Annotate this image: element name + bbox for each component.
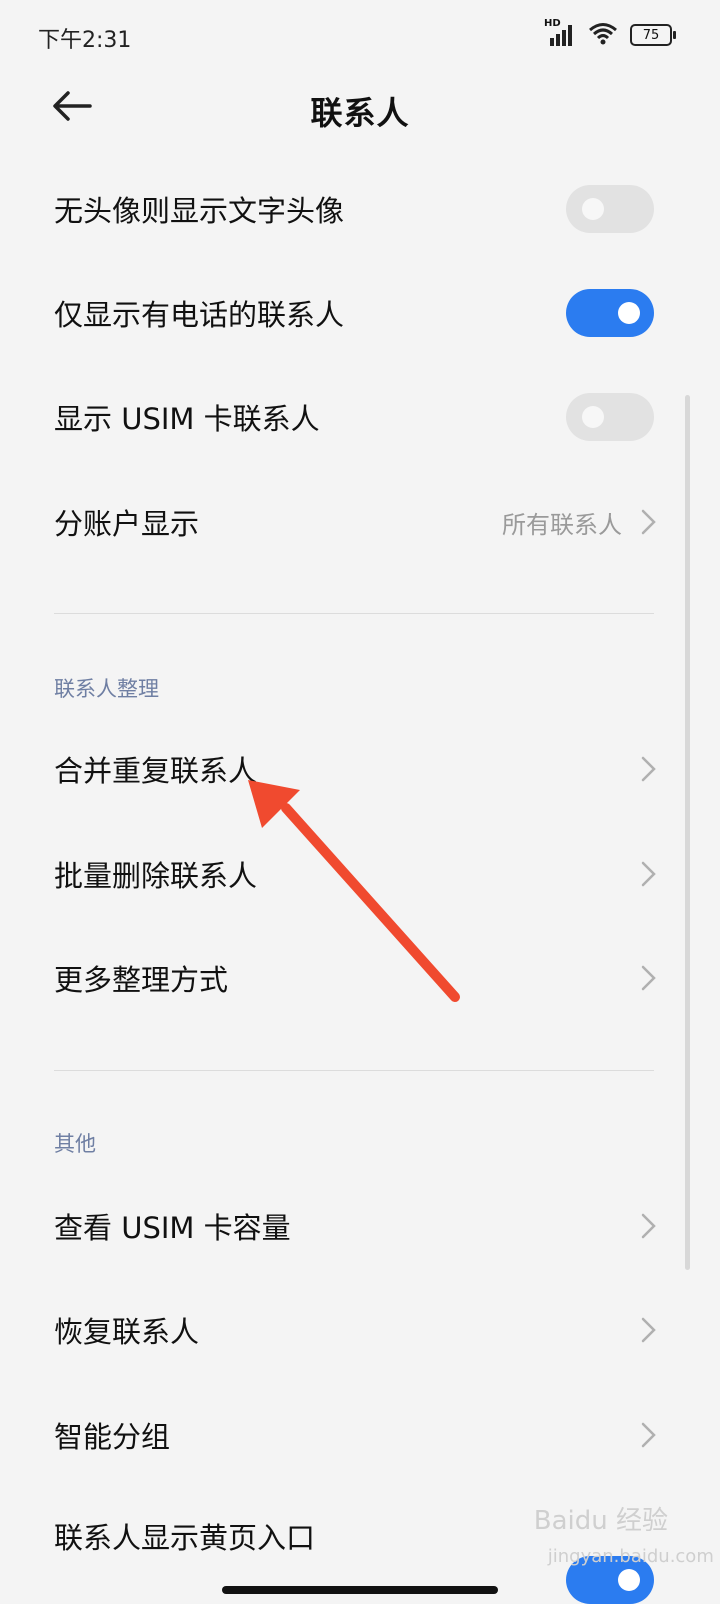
- network-type-label: HD: [544, 18, 561, 29]
- wifi-icon: [588, 21, 618, 49]
- list-item-batch-delete[interactable]: 批量删除联系人: [0, 822, 720, 926]
- toggle-only-with-phone[interactable]: [566, 289, 654, 337]
- toggle-knob: [582, 198, 604, 220]
- setting-label: 分账户显示: [54, 507, 200, 541]
- page-title: 联系人: [310, 94, 410, 132]
- list-item-label: 智能分组: [54, 1420, 171, 1454]
- list-item-label: 更多整理方式: [54, 963, 229, 997]
- app-header: 联系人: [0, 70, 720, 150]
- watermark-url: jingyan.baidu.com: [547, 1546, 714, 1567]
- setting-only-with-phone[interactable]: 仅显示有电话的联系人: [0, 261, 720, 365]
- status-bar: 下午2:31 HD 75: [0, 0, 720, 70]
- list-item-label: 合并重复联系人: [54, 754, 258, 788]
- toggle-knob: [582, 406, 604, 428]
- section-divider: [54, 1070, 654, 1071]
- battery-icon: 75: [630, 24, 676, 46]
- chevron-right-icon: [640, 1211, 658, 1241]
- list-item-smart-groups[interactable]: 智能分组: [0, 1383, 720, 1487]
- chevron-right-icon: [640, 859, 658, 889]
- status-icons: HD 75: [544, 18, 676, 50]
- home-indicator[interactable]: [222, 1586, 498, 1594]
- toggle-show-usim[interactable]: [566, 393, 654, 441]
- list-item-merge-duplicates[interactable]: 合并重复联系人: [0, 717, 720, 821]
- list-item-label: 查看 USIM 卡容量: [54, 1211, 291, 1245]
- chevron-right-icon: [640, 1420, 658, 1450]
- watermark-brand: Baidu 经验: [533, 1506, 668, 1536]
- list-item-label: 联系人显示黄页入口: [54, 1521, 316, 1555]
- toggle-no-avatar-text[interactable]: [566, 185, 654, 233]
- chevron-right-icon: [640, 507, 658, 537]
- toggle-knob: [618, 302, 640, 324]
- setting-account-display[interactable]: 分账户显示 所有联系人: [0, 470, 720, 574]
- setting-show-usim[interactable]: 显示 USIM 卡联系人: [0, 365, 720, 469]
- scrollbar[interactable]: [685, 395, 690, 1270]
- section-divider: [54, 613, 654, 614]
- section-title-organize: 联系人整理: [54, 677, 159, 701]
- chevron-right-icon: [640, 1315, 658, 1345]
- section-title-other: 其他: [54, 1132, 96, 1156]
- setting-no-avatar-text[interactable]: 无头像则显示文字头像: [0, 157, 720, 261]
- setting-label: 仅显示有电话的联系人: [54, 298, 345, 332]
- setting-label: 显示 USIM 卡联系人: [54, 402, 320, 436]
- list-item-restore-contacts[interactable]: 恢复联系人: [0, 1278, 720, 1382]
- list-item-label: 恢复联系人: [54, 1315, 200, 1349]
- toggle-knob: [618, 1569, 640, 1591]
- chevron-right-icon: [640, 754, 658, 784]
- watermark: Baidu 经验 jingyan.baidu.com: [533, 1500, 714, 1567]
- list-item-usim-capacity[interactable]: 查看 USIM 卡容量: [0, 1174, 720, 1278]
- list-item-label: 批量删除联系人: [54, 859, 258, 893]
- status-time: 下午2:31: [38, 28, 132, 53]
- setting-label: 无头像则显示文字头像: [54, 194, 345, 228]
- signal-icon: HD: [544, 18, 576, 48]
- battery-level: 75: [642, 27, 660, 43]
- setting-value: 所有联系人: [502, 510, 622, 539]
- list-item-more-organize[interactable]: 更多整理方式: [0, 926, 720, 1030]
- chevron-right-icon: [640, 963, 658, 993]
